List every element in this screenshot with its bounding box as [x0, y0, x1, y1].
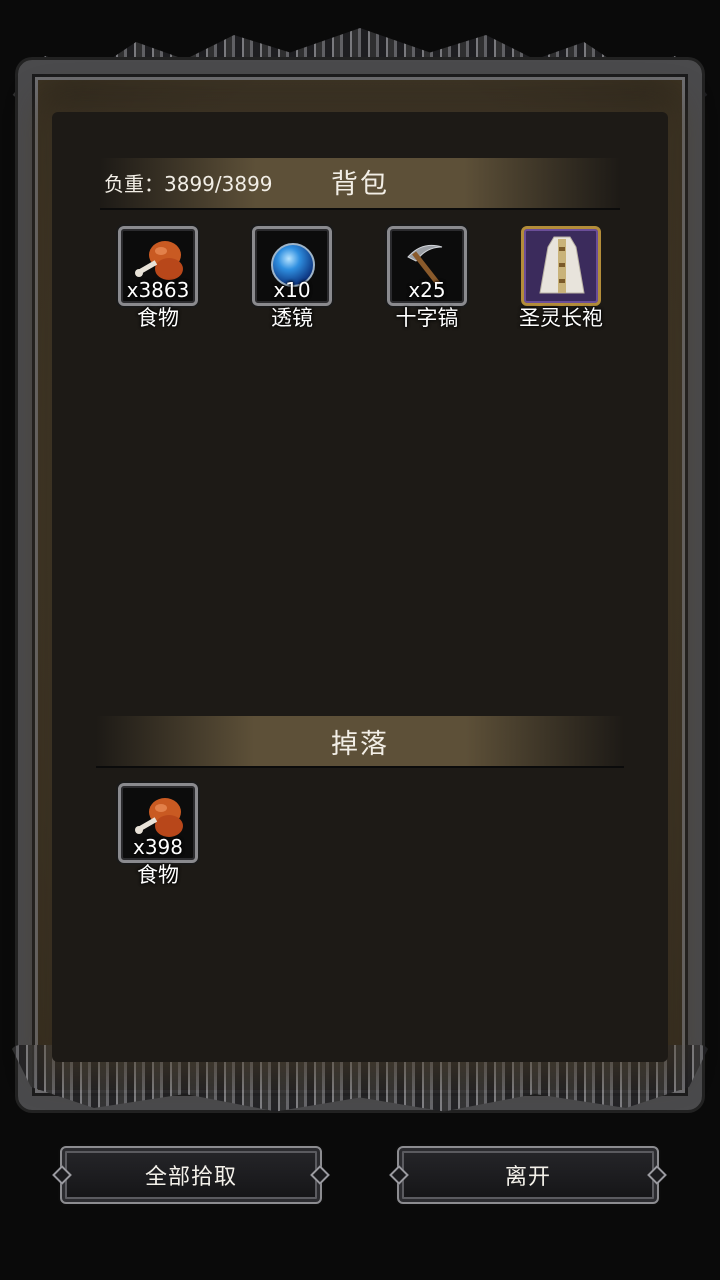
item-quantity: x10: [273, 278, 311, 302]
weight-label: 负重：3899/3899: [104, 172, 273, 196]
backpack-item-holy-robe[interactable]: 圣灵长袍: [519, 226, 605, 330]
item-slot-rare: [521, 226, 601, 306]
backpack-item-pickaxe[interactable]: x25 十字镐: [387, 226, 471, 330]
backpack-item-food[interactable]: x3863 食物: [118, 226, 202, 330]
item-quantity: x398: [132, 835, 183, 859]
item-name: 食物: [137, 863, 179, 887]
robe-icon: [539, 236, 585, 294]
item-name: 食物: [137, 306, 179, 330]
leave-button[interactable]: 离开: [397, 1146, 659, 1204]
drops-title: 掉落: [331, 729, 389, 760]
item-name: 圣灵长袍: [519, 306, 603, 330]
item-quantity: x25: [408, 278, 446, 302]
backpack-item-lens[interactable]: x10 透镜: [252, 226, 336, 330]
pick-all-button[interactable]: 全部拾取: [60, 1146, 322, 1204]
item-name: 十字镐: [395, 306, 459, 330]
drop-item-food[interactable]: x398 食物: [118, 783, 202, 887]
item-quantity: x3863: [126, 278, 190, 302]
item-name: 透镜: [271, 306, 313, 330]
